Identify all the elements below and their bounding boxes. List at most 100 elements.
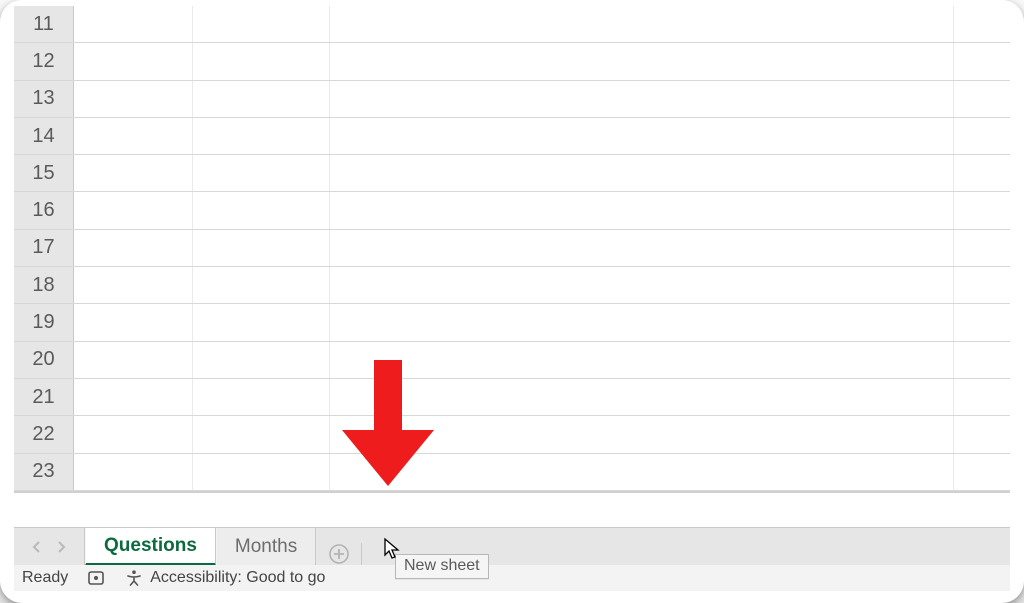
cell[interactable] bbox=[953, 155, 1010, 191]
cell[interactable] bbox=[330, 379, 953, 415]
grid-row: 22 bbox=[14, 416, 1010, 453]
cell[interactable] bbox=[193, 192, 330, 228]
cell[interactable] bbox=[74, 230, 193, 266]
cell[interactable] bbox=[74, 118, 193, 154]
cell[interactable] bbox=[193, 267, 330, 303]
app-window: 11 12 13 14 15 bbox=[0, 0, 1024, 603]
row-header[interactable]: 19 bbox=[14, 304, 74, 340]
cell[interactable] bbox=[193, 304, 330, 340]
cell[interactable] bbox=[330, 118, 953, 154]
grid-row: 11 bbox=[14, 6, 1010, 43]
cell[interactable] bbox=[74, 342, 193, 378]
cell[interactable] bbox=[74, 81, 193, 117]
cell[interactable] bbox=[193, 379, 330, 415]
cell[interactable] bbox=[953, 6, 1010, 42]
row-header[interactable]: 20 bbox=[14, 342, 74, 378]
cell[interactable] bbox=[953, 304, 1010, 340]
cell[interactable] bbox=[330, 416, 953, 452]
cell[interactable] bbox=[74, 155, 193, 191]
cell[interactable] bbox=[193, 454, 330, 490]
cell[interactable] bbox=[953, 454, 1010, 490]
macro-recorder-button[interactable] bbox=[86, 568, 106, 588]
cell[interactable] bbox=[193, 416, 330, 452]
cell[interactable] bbox=[953, 43, 1010, 79]
grid-row: 23 bbox=[14, 454, 1010, 491]
cell[interactable] bbox=[953, 416, 1010, 452]
row-header[interactable]: 18 bbox=[14, 267, 74, 303]
scroll-tabs-right-button[interactable] bbox=[50, 536, 72, 558]
row-header[interactable]: 14 bbox=[14, 118, 74, 154]
grid-row: 19 bbox=[14, 304, 1010, 341]
grid-row: 12 bbox=[14, 43, 1010, 80]
cell[interactable] bbox=[330, 304, 953, 340]
cell[interactable] bbox=[74, 6, 193, 42]
row-header[interactable]: 16 bbox=[14, 192, 74, 228]
row-header[interactable]: 22 bbox=[14, 416, 74, 452]
cell[interactable] bbox=[330, 192, 953, 228]
cell[interactable] bbox=[330, 43, 953, 79]
tooltip-new-sheet: New sheet bbox=[395, 554, 489, 579]
cell[interactable] bbox=[330, 155, 953, 191]
status-accessibility-label: Accessibility: Good to go bbox=[150, 569, 325, 587]
grid-row: 17 bbox=[14, 230, 1010, 267]
tab-nav bbox=[14, 528, 84, 565]
cell[interactable] bbox=[953, 192, 1010, 228]
row-header[interactable]: 13 bbox=[14, 81, 74, 117]
sheet-tab-questions[interactable]: Questions bbox=[85, 528, 216, 566]
grid-row: 14 bbox=[14, 118, 1010, 155]
status-accessibility[interactable]: Accessibility: Good to go bbox=[124, 568, 325, 588]
cell[interactable] bbox=[330, 267, 953, 303]
grid-row: 16 bbox=[14, 192, 1010, 229]
row-header[interactable]: 12 bbox=[14, 43, 74, 79]
grid-row: 15 bbox=[14, 155, 1010, 192]
sheet-tabs: Questions Months bbox=[84, 528, 362, 565]
cell[interactable] bbox=[953, 230, 1010, 266]
chevron-right-icon bbox=[56, 541, 66, 553]
cell[interactable] bbox=[74, 192, 193, 228]
record-macro-icon bbox=[86, 568, 106, 588]
row-header[interactable]: 11 bbox=[14, 6, 74, 42]
cell[interactable] bbox=[193, 230, 330, 266]
cell[interactable] bbox=[193, 43, 330, 79]
cell[interactable] bbox=[193, 81, 330, 117]
grid-divider bbox=[14, 491, 1010, 493]
sheet-tab-bar: Questions Months bbox=[14, 527, 1010, 565]
cell[interactable] bbox=[953, 342, 1010, 378]
grid-row: 13 bbox=[14, 81, 1010, 118]
cell[interactable] bbox=[74, 416, 193, 452]
cell[interactable] bbox=[330, 454, 953, 490]
cell[interactable] bbox=[953, 267, 1010, 303]
sheet-tab-months[interactable]: Months bbox=[216, 528, 316, 566]
cell[interactable] bbox=[330, 6, 953, 42]
cell[interactable] bbox=[193, 155, 330, 191]
cell[interactable] bbox=[953, 379, 1010, 415]
grid-row: 21 bbox=[14, 379, 1010, 416]
cell[interactable] bbox=[330, 342, 953, 378]
grid-row: 20 bbox=[14, 342, 1010, 379]
cell[interactable] bbox=[953, 118, 1010, 154]
cell[interactable] bbox=[193, 342, 330, 378]
cell[interactable] bbox=[193, 118, 330, 154]
plus-circle-icon bbox=[328, 543, 350, 565]
cell[interactable] bbox=[330, 230, 953, 266]
cell[interactable] bbox=[74, 267, 193, 303]
new-sheet-button[interactable] bbox=[316, 543, 362, 565]
row-header[interactable]: 23 bbox=[14, 454, 74, 490]
status-ready: Ready bbox=[22, 569, 68, 587]
status-bar: Ready Accessibility: Good to go bbox=[14, 565, 1010, 591]
grid-row: 18 bbox=[14, 267, 1010, 304]
cell[interactable] bbox=[74, 43, 193, 79]
row-header[interactable]: 17 bbox=[14, 230, 74, 266]
scroll-tabs-left-button[interactable] bbox=[26, 536, 48, 558]
cell[interactable] bbox=[74, 454, 193, 490]
cell[interactable] bbox=[193, 6, 330, 42]
row-header[interactable]: 15 bbox=[14, 155, 74, 191]
cell[interactable] bbox=[330, 81, 953, 117]
row-header[interactable]: 21 bbox=[14, 379, 74, 415]
cell[interactable] bbox=[953, 81, 1010, 117]
accessibility-icon bbox=[124, 568, 144, 588]
cell[interactable] bbox=[74, 379, 193, 415]
cell[interactable] bbox=[74, 304, 193, 340]
spreadsheet-grid[interactable]: 11 12 13 14 15 bbox=[14, 6, 1010, 525]
chevron-left-icon bbox=[32, 541, 42, 553]
